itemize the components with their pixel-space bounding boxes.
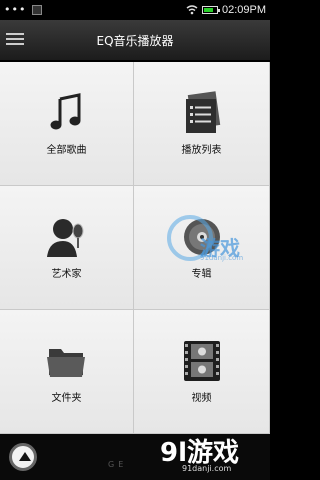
status-bar: ••• 02:09PM [0, 0, 270, 20]
tile-label: 播放列表 [181, 145, 222, 156]
artist-tile[interactable]: 艺术家 [0, 186, 134, 310]
watermark-url: 91danji.com [200, 254, 244, 262]
battery-icon [201, 6, 220, 14]
clock: 02:09PM [221, 4, 266, 16]
notification-icon [32, 5, 43, 15]
video-icon [183, 341, 220, 381]
music-note-icon [50, 93, 80, 130]
expand-player-button[interactable] [9, 443, 37, 471]
tile-label: 视频 [191, 393, 212, 404]
status-dots: ••• [4, 3, 27, 16]
folder-tile[interactable]: 文件夹 [0, 310, 134, 434]
artist-icon [46, 219, 83, 257]
tile-label: 艺术家 [51, 269, 82, 280]
tile-label: 文件夹 [51, 393, 82, 404]
now-playing-text: GE [108, 460, 128, 469]
playlist-icon [185, 91, 220, 133]
wifi-icon [186, 5, 198, 15]
video-tile[interactable]: 视频 [134, 310, 270, 434]
watermark-logo-url: 91danji.com [182, 464, 232, 473]
title-bar: EQ音乐播放器 [0, 20, 270, 61]
tile-label: 专辑 [191, 269, 212, 280]
playlist-tile[interactable]: 播放列表 [134, 62, 270, 186]
folder-icon [46, 349, 85, 377]
tile-label: 全部歌曲 [46, 145, 87, 156]
all-songs-tile[interactable]: 全部歌曲 [0, 62, 134, 186]
page-title: EQ音乐播放器 [96, 34, 174, 48]
